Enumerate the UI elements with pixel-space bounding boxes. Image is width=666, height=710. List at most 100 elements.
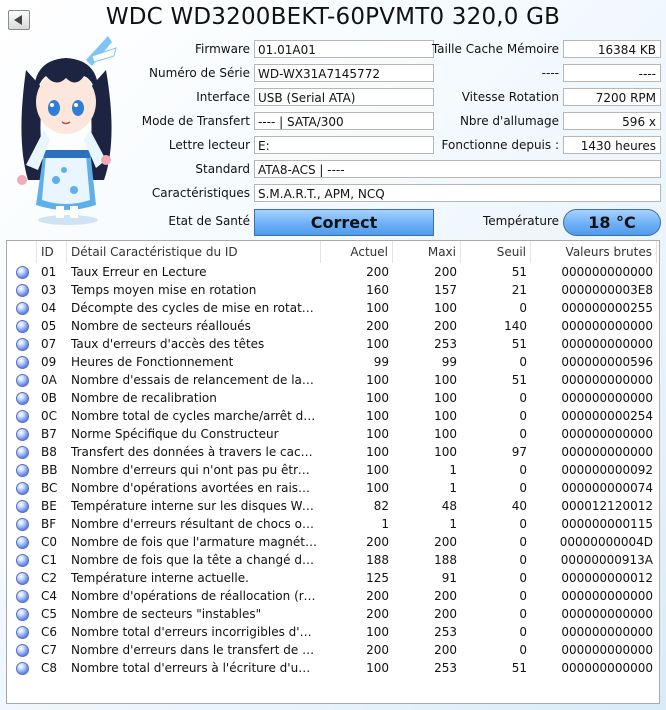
status-good-icon (15, 571, 29, 585)
threshold-cell: 0 (519, 463, 527, 477)
worst-cell: 1 (449, 463, 457, 477)
table-row[interactable]: 01 Taux Erreur en Lecture 200 200 51 00000000… (7, 263, 659, 281)
worst-cell: 100 (434, 427, 457, 441)
status-good-icon (15, 643, 29, 657)
status-dot-cell (7, 479, 37, 497)
raw-column-header[interactable]: Valeurs brutes (531, 241, 657, 263)
name-cell: Nombre d'erreurs dans le transfert de do… (71, 643, 321, 657)
drive-letter-field: E: (254, 136, 434, 154)
threshold-cell: 40 (511, 499, 527, 513)
status-dot-cell (7, 569, 37, 587)
current-column-header[interactable]: Actuel (321, 241, 393, 263)
table-row[interactable]: C0 Nombre de fois que l'armature magnétiq… (7, 533, 659, 551)
table-row[interactable]: BE Température interne sur les disques We… (7, 497, 659, 515)
status-good-icon (15, 391, 29, 405)
current-cell: 200 (366, 643, 389, 657)
threshold-cell: 0 (519, 571, 527, 585)
threshold-column-header[interactable]: Seuil (461, 241, 531, 263)
threshold-cell: 21 (511, 283, 527, 297)
temperature-button[interactable]: 18 °C (563, 209, 661, 236)
status-dot-cell (7, 317, 37, 335)
blank-field: ---- (563, 64, 661, 82)
status-good-icon (15, 373, 29, 387)
power-count-label: Nbre d'allumage (459, 114, 559, 128)
status-good-icon (15, 355, 29, 369)
worst-cell: 48 (441, 499, 457, 513)
table-row[interactable]: 03 Temps moyen mise en rotation 160 157 21 00… (7, 281, 659, 299)
table-row[interactable]: 0B Nombre de recalibration 100 100 0 00000000… (7, 389, 659, 407)
interface-label: Interface (196, 90, 250, 104)
worst-column-header[interactable]: Maxi (393, 241, 461, 263)
name-cell: Taux d'erreurs d'accès des têtes (71, 337, 265, 351)
table-row[interactable]: B7 Norme Spécifique du Constructeur 100 100… (7, 425, 659, 443)
id-cell: 05 (41, 319, 57, 333)
status-good-icon (15, 535, 29, 549)
threshold-cell: 51 (511, 661, 527, 675)
name-cell: Nombre total de cycles marche/arrêt du .… (71, 409, 321, 423)
raw-cell: 000000000115 (561, 517, 653, 531)
status-good-icon (15, 337, 29, 351)
status-dot-cell (7, 389, 37, 407)
worst-cell: 200 (434, 607, 457, 621)
id-cell: 0A (41, 373, 57, 387)
raw-cell: 000000000012 (561, 571, 653, 585)
worst-cell: 91 (441, 571, 457, 585)
table-row[interactable]: C7 Nombre d'erreurs dans le transfert de … (7, 641, 659, 659)
status-column-header[interactable] (7, 241, 37, 263)
smart-attributes-table[interactable]: ID Détail Caractéristique du ID Actuel M… (6, 240, 660, 704)
status-dot-cell (7, 641, 37, 659)
serial-label: Numéro de Série (149, 66, 250, 80)
name-cell: Nombre total d'erreurs à l'écriture d'un… (71, 661, 321, 675)
name-column-header[interactable]: Détail Caractéristique du ID (67, 241, 321, 263)
id-column-header[interactable]: ID (37, 241, 67, 263)
threshold-cell: 51 (511, 337, 527, 351)
status-dot-cell (7, 461, 37, 479)
firmware-label: Firmware (195, 42, 250, 56)
health-status-button[interactable]: Correct (254, 209, 434, 236)
table-row[interactable]: 09 Heures de Fonctionnement 99 99 0 000000000… (7, 353, 659, 371)
current-cell: 200 (366, 265, 389, 279)
raw-cell: 00000000004D (559, 535, 653, 549)
threshold-cell: 0 (519, 625, 527, 639)
raw-cell: 000000000000 (561, 427, 653, 441)
table-row[interactable]: C5 Nombre de secteurs "instables" 200 200 0 0… (7, 605, 659, 623)
table-row[interactable]: BB Nombre d'erreurs qui n'ont pas pu être… (7, 461, 659, 479)
current-cell: 100 (366, 373, 389, 387)
table-row[interactable]: C4 Nombre d'opérations de réallocation (r… (7, 587, 659, 605)
table-row[interactable]: 0A Nombre d'essais de relancement de la r… (7, 371, 659, 389)
interface-field: USB (Serial ATA) (254, 88, 434, 106)
health-status-label: Etat de Santé (168, 214, 250, 228)
status-dot-cell (7, 353, 37, 371)
status-good-icon (15, 445, 29, 459)
blank-label: ---- (541, 66, 559, 80)
table-row[interactable]: 05 Nombre de secteurs réalloués 200 200 140 0… (7, 317, 659, 335)
name-cell: Heures de Fonctionnement (71, 355, 234, 369)
status-dot-cell (7, 371, 37, 389)
current-cell: 100 (366, 625, 389, 639)
status-dot-cell (7, 263, 37, 281)
table-row[interactable]: C8 Nombre total d'erreurs à l'écriture d'… (7, 659, 659, 677)
cache-size-field: 16384 KB (563, 40, 661, 58)
name-cell: Nombre de secteurs réalloués (71, 319, 251, 333)
table-row[interactable]: BF Nombre d'erreurs résultant de chocs ou… (7, 515, 659, 533)
table-row[interactable]: BC Nombre d'opérations avortées en raison… (7, 479, 659, 497)
id-cell: C8 (41, 661, 58, 675)
worst-cell: 157 (434, 283, 457, 297)
status-dot-cell (7, 335, 37, 353)
name-cell: Nombre d'opérations de réallocation (re.… (71, 589, 321, 603)
page-title: WDC WD3200BEKT-60PVMT0 320,0 GB (105, 4, 561, 30)
current-cell: 125 (366, 571, 389, 585)
table-row[interactable]: 07 Taux d'erreurs d'accès des têtes 100 253… (7, 335, 659, 353)
table-row[interactable]: C1 Nombre de fois que la tête a changé de… (7, 551, 659, 569)
id-cell: C6 (41, 625, 58, 639)
table-row[interactable]: 04 Décompte des cycles de mise en rotatio… (7, 299, 659, 317)
current-cell: 200 (366, 535, 389, 549)
table-row[interactable]: B8 Transfert des données à travers le cac… (7, 443, 659, 461)
id-cell: BE (41, 499, 57, 513)
current-cell: 188 (366, 553, 389, 567)
threshold-cell: 0 (519, 589, 527, 603)
table-row[interactable]: C6 Nombre total d'erreurs incorrigibles d… (7, 623, 659, 641)
table-row[interactable]: C2 Température interne actuelle. 125 91 0 000… (7, 569, 659, 587)
status-good-icon (15, 553, 29, 567)
table-row[interactable]: 0C Nombre total de cycles marche/arrêt du… (7, 407, 659, 425)
